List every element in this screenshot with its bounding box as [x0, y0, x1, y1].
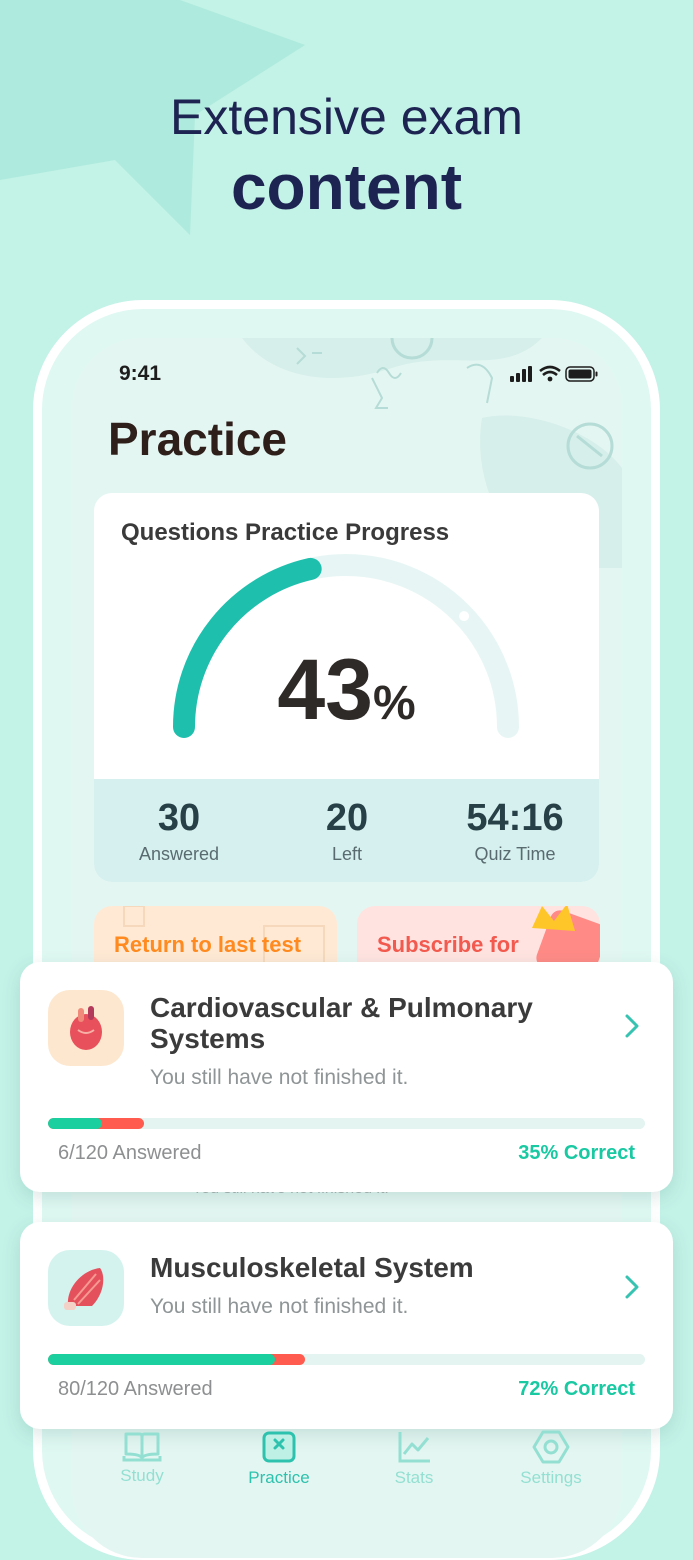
section-title: Musculoskeletal System	[150, 1252, 474, 1283]
stat-quiz-time-label: Quiz Time	[474, 844, 556, 864]
tab-stats-label: Stats	[394, 1468, 434, 1487]
stat-answered-value: 30	[157, 797, 201, 839]
headline-line-1: Extensive exam	[170, 89, 523, 145]
stat-quiz-time-value: 54:16	[466, 797, 564, 839]
progress-card: Questions Practice Progress 43% 30 Answe…	[94, 493, 599, 882]
status-icons	[510, 365, 598, 382]
practice-icon	[262, 1431, 296, 1463]
heart-icon	[48, 990, 124, 1066]
tab-settings[interactable]: Settings	[501, 1430, 601, 1488]
tab-stats[interactable]: Stats	[364, 1430, 464, 1488]
subscribe-label: Subscribe for	[377, 932, 519, 957]
tab-study-label: Study	[120, 1466, 164, 1485]
section-progress-bar	[48, 1118, 645, 1129]
stat-answered: 30 Answered	[94, 797, 264, 865]
chevron-right-icon	[625, 1275, 639, 1299]
section-subtitle: You still have not finished it.	[150, 1295, 409, 1318]
gauge-marker-dot	[459, 611, 470, 622]
section-correct-rate: 72% Correct	[518, 1378, 635, 1400]
chevron-right-icon	[625, 1014, 639, 1038]
status-time: 9:41	[119, 362, 162, 385]
book-icon	[122, 1432, 162, 1462]
stat-left-value: 20	[325, 797, 369, 839]
section-correct-rate: 35% Correct	[518, 1142, 635, 1164]
stat-left-label: Left	[331, 844, 363, 864]
battery-icon	[565, 366, 598, 382]
progress-percent-value: 43	[277, 642, 373, 738]
section-progress-correct	[48, 1118, 102, 1129]
stat-quiz-time: 54:16 Quiz Time	[430, 797, 599, 865]
section-progress-correct	[48, 1354, 275, 1365]
stat-left: 20 Left	[262, 797, 432, 865]
tab-study[interactable]: Study	[92, 1430, 192, 1486]
section-card-cardiovascular[interactable]: Cardiovascular & Pulmonary Systems You s…	[20, 962, 673, 1192]
section-title: Cardiovascular & Pulmonary Systems	[150, 992, 533, 1054]
settings-icon	[532, 1430, 570, 1464]
signal-icon	[510, 366, 532, 382]
section-answered-count: 80/120 Answered	[58, 1378, 213, 1400]
section-subtitle: You still have not finished it.	[150, 1066, 409, 1089]
wifi-icon	[539, 365, 561, 382]
stat-answered-label: Answered	[138, 844, 220, 864]
stats-strip: 30 Answered 20 Left 54:16 Quiz Time	[94, 779, 599, 882]
page-title: Practice	[108, 413, 288, 465]
return-to-last-test-label: Return to last test	[114, 932, 302, 957]
tab-bar: Study Practice Stats Settings	[72, 1430, 622, 1500]
progress-percent-sign: %	[372, 677, 416, 730]
section-progress-bar	[48, 1354, 645, 1365]
tab-practice-label: Practice	[248, 1468, 310, 1487]
section-answered-count: 6/120 Answered	[58, 1142, 202, 1164]
headline-line-2: content	[230, 151, 463, 223]
tab-practice[interactable]: Practice	[229, 1430, 329, 1488]
section-card-musculoskeletal[interactable]: Musculoskeletal System You still have no…	[20, 1222, 673, 1429]
progress-percent: 43%	[94, 641, 599, 740]
tab-settings-label: Settings	[520, 1468, 582, 1487]
muscle-icon	[48, 1250, 124, 1326]
stats-icon	[398, 1432, 430, 1463]
